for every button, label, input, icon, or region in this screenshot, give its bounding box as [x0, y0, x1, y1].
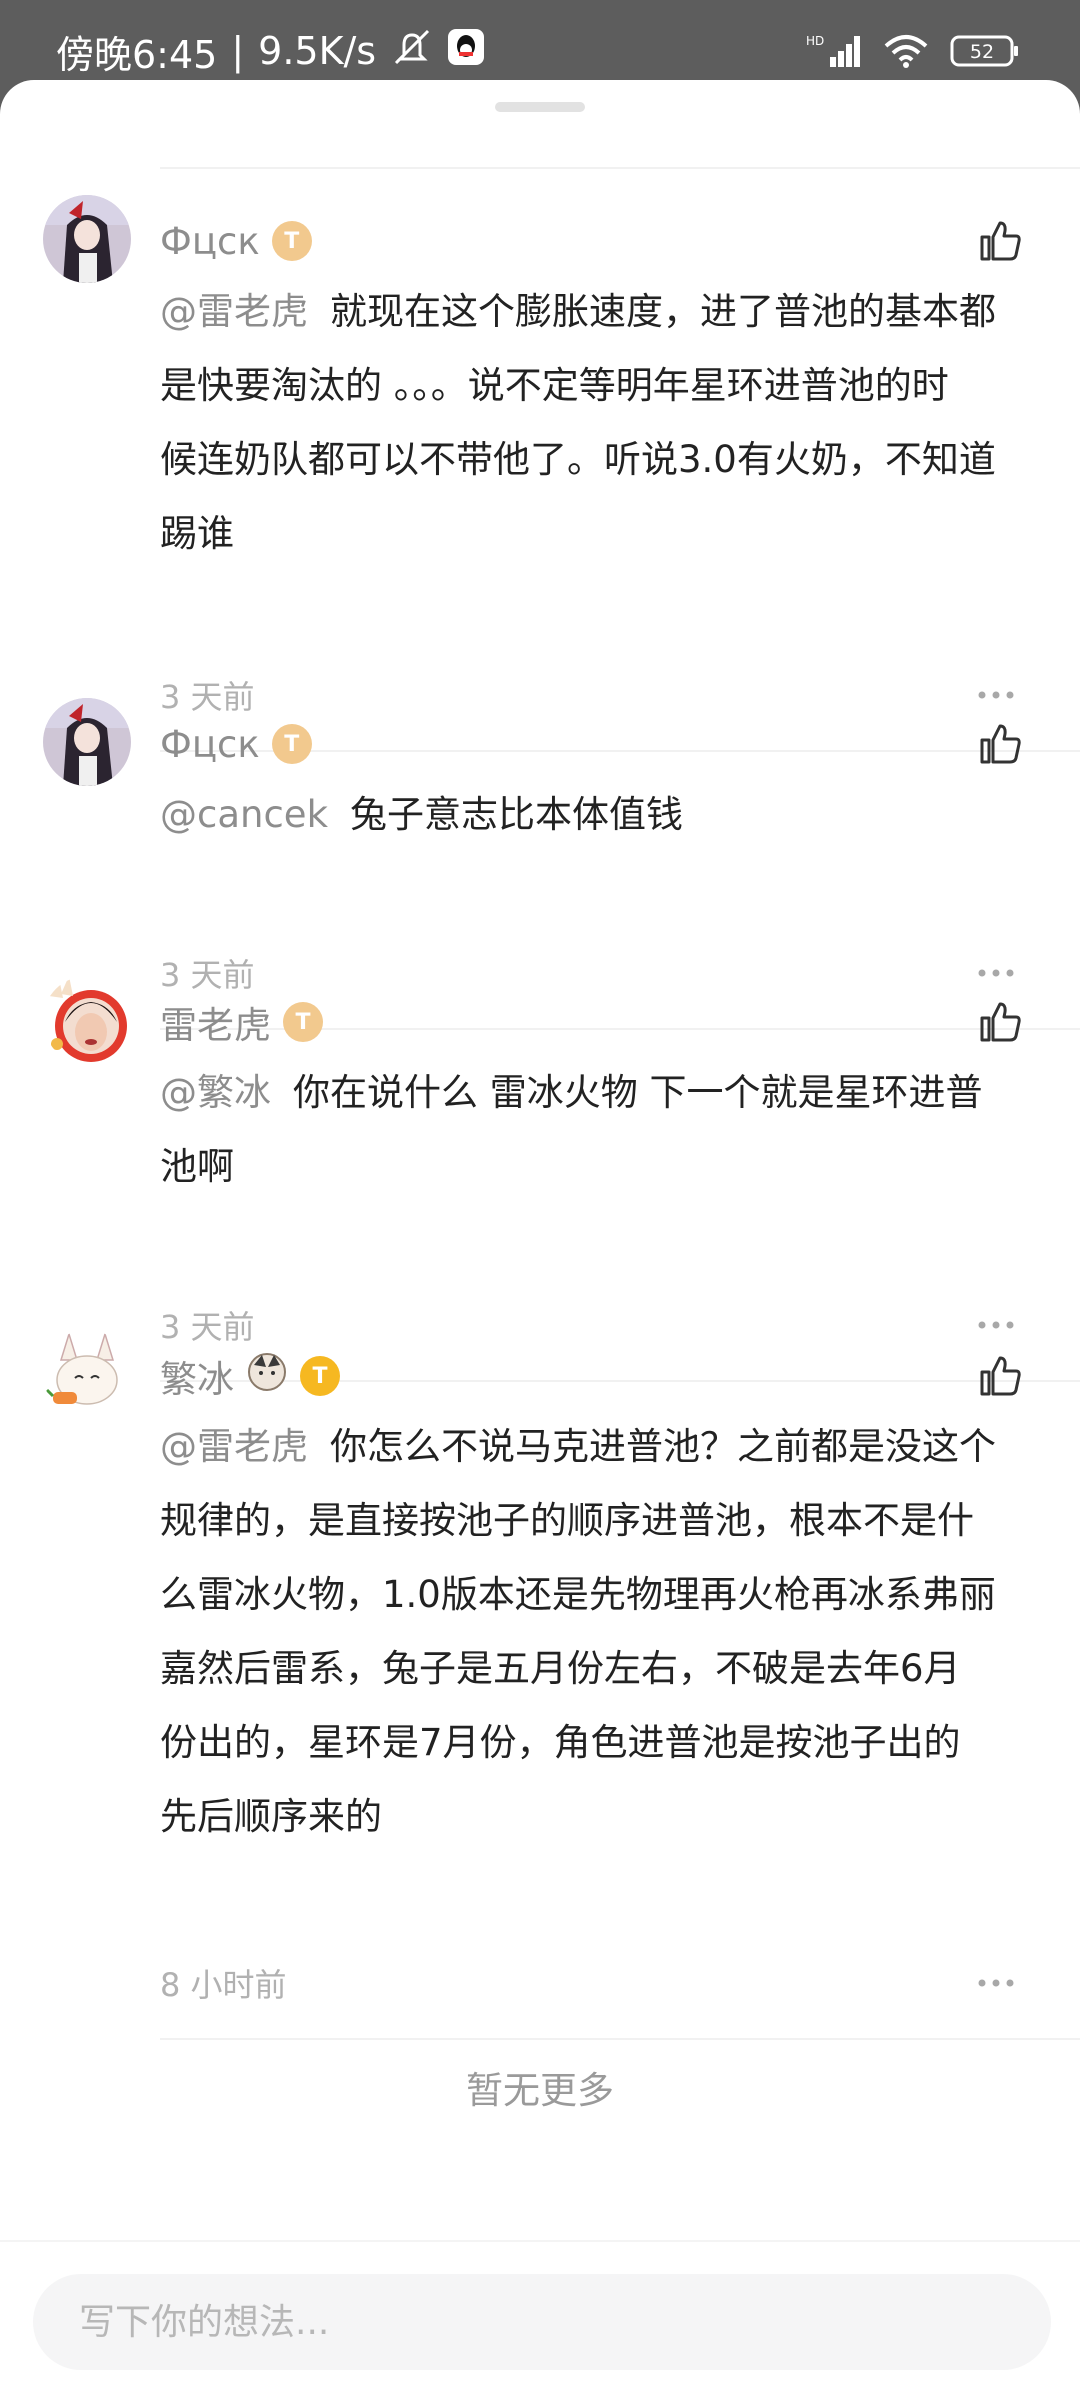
comment-author[interactable]: Фцск T: [160, 716, 312, 772]
comment-line: 是快要淘汰的 。。。说不定等明年星环进普池的时: [160, 364, 949, 407]
divider: [160, 2038, 1080, 2040]
comment-timestamp: 3 天前: [160, 678, 255, 716]
like-icon[interactable]: [976, 998, 1024, 1046]
network-label: HD: [806, 34, 824, 48]
status-time: 傍晚6:45: [56, 32, 218, 77]
mention-link[interactable]: @雷老虎: [160, 1425, 308, 1468]
level-badge-icon: T: [300, 1356, 340, 1396]
comment-timestamp: 8 小时前: [160, 1966, 287, 2004]
mention-link[interactable]: @繁冰: [160, 1071, 271, 1114]
status-left: 傍晚6:45 | 9.5K/s: [56, 26, 485, 77]
more-options-icon[interactable]: [976, 1315, 1016, 1335]
avatar[interactable]: [43, 976, 131, 1064]
more-options-icon[interactable]: [976, 1973, 1016, 1993]
comment-line: 么雷冰火物，1.0版本还是先物理再火枪再冰系弗丽: [160, 1573, 996, 1616]
status-right: HD 52: [806, 28, 1020, 78]
more-options-icon[interactable]: [976, 963, 1016, 983]
no-more-text: 暂无更多: [466, 2069, 614, 2112]
comment-sheet: Фцск T @雷老虎 就现在这个膨胀速度，进了普池的基本都 是快要淘汰的 。。。…: [0, 80, 1080, 2400]
comment-line: 先后顺序来的: [160, 1795, 382, 1838]
decoration-icon: [246, 1351, 288, 1402]
sheet-grabber[interactable]: [495, 102, 585, 112]
level-badge-icon: T: [271, 724, 312, 764]
divider: [160, 167, 1080, 169]
username[interactable]: Фцск: [160, 220, 260, 263]
comment-timestamp: 3 天前: [160, 1308, 255, 1346]
avatar[interactable]: [43, 698, 131, 786]
comment-author[interactable]: 繁冰 T: [160, 1348, 340, 1404]
comment-line: 份出的，星环是7月份，角色进普池是按池子出的: [160, 1721, 961, 1764]
comment-author[interactable]: 雷老虎 T: [160, 994, 323, 1050]
mention-link[interactable]: @雷老虎: [160, 290, 308, 333]
battery-icon: 52: [950, 34, 1020, 72]
comment-input-bar: [0, 2240, 1080, 2400]
username[interactable]: 繁冰: [160, 1349, 234, 1403]
username[interactable]: Фцск: [160, 723, 260, 766]
qq-icon: [448, 28, 485, 74]
avatar[interactable]: [43, 195, 131, 283]
comment-line: 池啊: [160, 1145, 234, 1188]
comment-line: 就现在这个膨胀速度，进了普池的基本都: [330, 290, 996, 333]
comment-input[interactable]: [33, 2274, 1051, 2370]
comment-line: 兔子意志比本体值钱: [350, 793, 683, 836]
status-separator: |: [231, 29, 245, 73]
comment-text: @雷老虎 你怎么不说马克进普池？之前都是没这个 规律的，是直接按池子的顺序进普池，…: [160, 1410, 1040, 1854]
comment-line: 你在说什么 雷冰火物 下一个就是星环进普: [293, 1071, 983, 1114]
level-badge-icon: T: [271, 221, 312, 261]
like-icon[interactable]: [976, 1352, 1024, 1400]
status-net-speed: 9.5K/s: [258, 29, 377, 73]
comment-text: @cancek 兔子意志比本体值钱: [160, 778, 1040, 852]
level-badge-icon: T: [283, 1002, 323, 1042]
wifi-icon: [884, 34, 928, 72]
mention-link[interactable]: @cancek: [160, 793, 328, 836]
avatar[interactable]: [43, 1330, 131, 1418]
battery-level: 52: [970, 41, 994, 63]
comment-line: 规律的，是直接按池子的顺序进普池，根本不是什: [160, 1499, 974, 1542]
comment-timestamp: 3 天前: [160, 956, 255, 994]
comment-line: 踢谁: [160, 512, 234, 555]
comment-author[interactable]: Фцск T: [160, 213, 312, 269]
like-icon[interactable]: [976, 720, 1024, 768]
like-icon[interactable]: [976, 217, 1024, 265]
comment-line: 候连奶队都可以不带他了。听说3.0有火奶，不知道: [160, 438, 996, 481]
username[interactable]: 雷老虎: [160, 995, 271, 1049]
signal-icon: HD: [806, 33, 862, 73]
comment-line: 你怎么不说马克进普池？之前都是没这个: [330, 1425, 996, 1468]
comment-text: @繁冰 你在说什么 雷冰火物 下一个就是星环进普 池啊: [160, 1056, 1040, 1204]
comment-line: 嘉然后雷系，兔子是五月份左右，不破是去年6月: [160, 1647, 961, 1690]
comment-text: @雷老虎 就现在这个膨胀速度，进了普池的基本都 是快要淘汰的 。。。说不定等明年星…: [160, 275, 1040, 571]
mute-icon: [390, 27, 434, 76]
more-options-icon[interactable]: [976, 685, 1016, 705]
